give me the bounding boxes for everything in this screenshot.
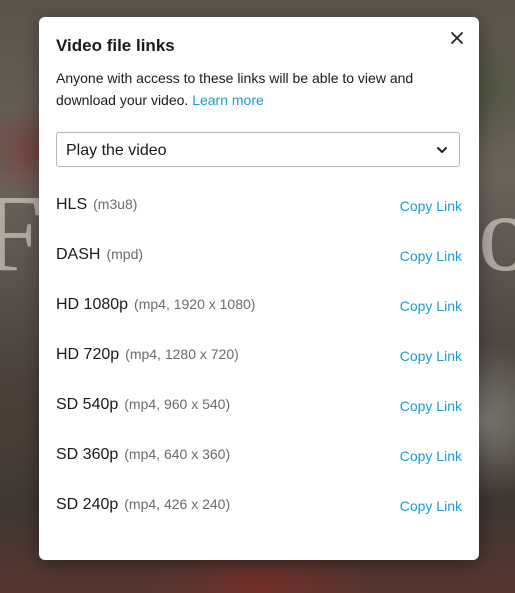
copy-link-button[interactable]: Copy Link bbox=[400, 198, 462, 214]
video-file-links-dialog: Video file links Anyone with access to t… bbox=[39, 17, 479, 560]
link-row-sd-360p: SD 360p (mp4, 640 x 360) Copy Link bbox=[56, 444, 462, 468]
copy-link-button[interactable]: Copy Link bbox=[400, 348, 462, 364]
background-letter-right: o bbox=[478, 172, 515, 294]
link-format-meta: (mp4, 426 x 240) bbox=[124, 496, 231, 512]
link-format-meta: (m3u8) bbox=[93, 196, 138, 212]
dialog-title: Video file links bbox=[56, 36, 175, 55]
link-format-name: HLS bbox=[56, 196, 88, 213]
copy-link-button[interactable]: Copy Link bbox=[400, 298, 462, 314]
link-format-name: HD 720p bbox=[56, 346, 120, 363]
link-format-name: SD 240p bbox=[56, 496, 119, 513]
link-row-dash: DASH (mpd) Copy Link bbox=[56, 244, 462, 268]
link-format-meta: (mp4, 640 x 360) bbox=[124, 446, 231, 462]
chevron-down-icon bbox=[435, 143, 449, 157]
link-row-hls: HLS (m3u8) Copy Link bbox=[56, 194, 462, 218]
link-row-hd-1080p: HD 1080p (mp4, 1920 x 1080) Copy Link bbox=[56, 294, 462, 318]
close-icon[interactable] bbox=[448, 29, 466, 47]
link-type-select[interactable]: Play the video bbox=[56, 132, 460, 167]
link-row-hd-720p: HD 720p (mp4, 1280 x 720) Copy Link bbox=[56, 344, 462, 368]
link-row-sd-540p: SD 540p (mp4, 960 x 540) Copy Link bbox=[56, 394, 462, 418]
link-format-meta: (mpd) bbox=[106, 246, 144, 262]
copy-link-button[interactable]: Copy Link bbox=[400, 248, 462, 264]
background-letter-left: F bbox=[0, 172, 44, 294]
learn-more-link[interactable]: Learn more bbox=[192, 92, 264, 108]
copy-link-button[interactable]: Copy Link bbox=[400, 398, 462, 414]
dialog-description: Anyone with access to these links will b… bbox=[56, 67, 466, 111]
link-format-meta: (mp4, 1280 x 720) bbox=[125, 346, 239, 362]
link-format-name: SD 360p bbox=[56, 446, 119, 463]
link-format-meta: (mp4, 1920 x 1080) bbox=[134, 296, 256, 312]
link-format-name: DASH bbox=[56, 246, 101, 263]
link-format-name: SD 540p bbox=[56, 396, 119, 413]
link-format-meta: (mp4, 960 x 540) bbox=[124, 396, 231, 412]
link-row-sd-240p: SD 240p (mp4, 426 x 240) Copy Link bbox=[56, 494, 462, 518]
link-format-name: HD 1080p bbox=[56, 296, 129, 313]
select-value: Play the video bbox=[66, 142, 167, 159]
copy-link-button[interactable]: Copy Link bbox=[400, 448, 462, 464]
copy-link-button[interactable]: Copy Link bbox=[400, 498, 462, 514]
